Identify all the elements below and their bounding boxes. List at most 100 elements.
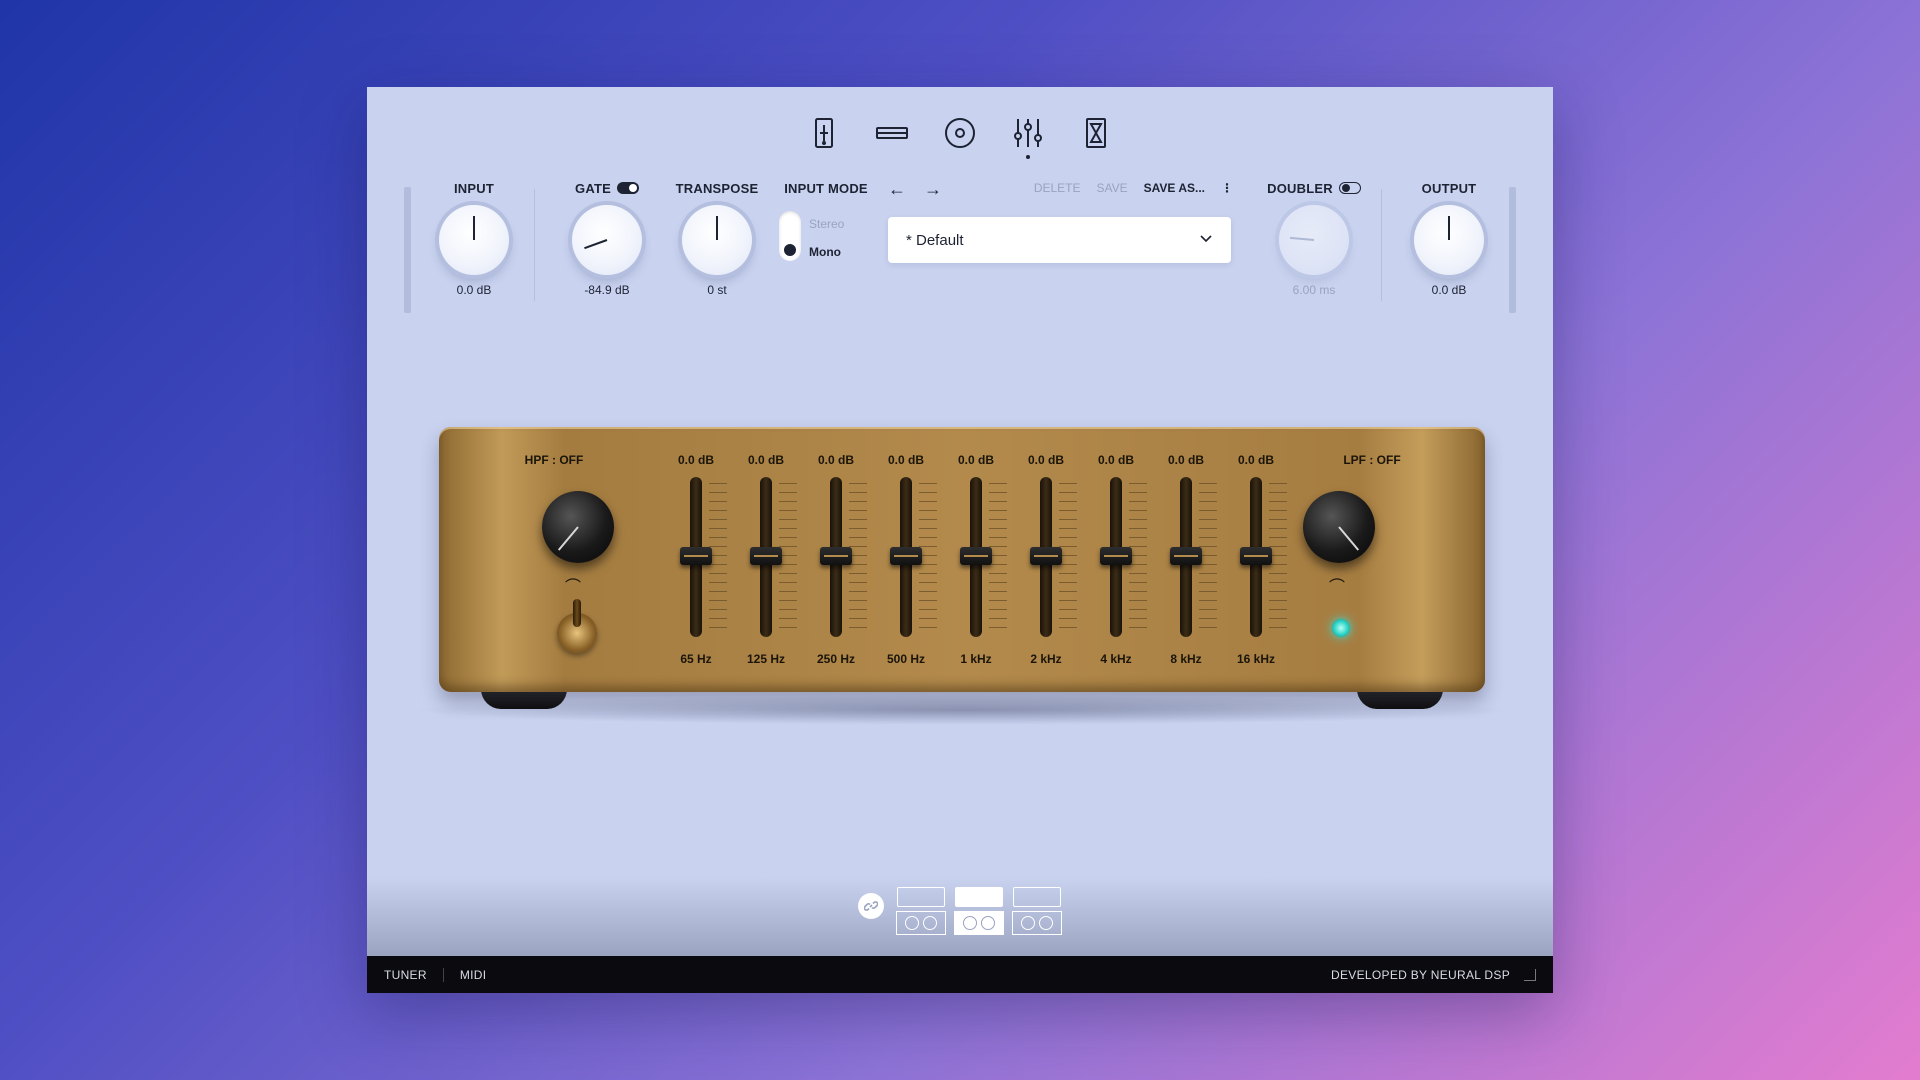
more-options-icon[interactable]: ⋮ bbox=[1221, 181, 1233, 195]
eq-band-slider-cap[interactable] bbox=[1100, 547, 1132, 565]
delete-button[interactable]: DELETE bbox=[1034, 181, 1081, 195]
save-as-button[interactable]: SAVE AS... bbox=[1144, 181, 1205, 195]
lpf-knob[interactable] bbox=[1303, 491, 1375, 563]
hpf-toggle-switch[interactable] bbox=[557, 599, 597, 653]
gate-toggle[interactable] bbox=[616, 182, 639, 194]
transpose-value: 0 st bbox=[707, 283, 727, 297]
input-mode-label: INPUT MODE bbox=[784, 180, 868, 196]
tuner-button[interactable]: TUNER bbox=[384, 968, 427, 982]
left-rail bbox=[404, 187, 411, 313]
nav-cabinet-icon[interactable] bbox=[940, 113, 980, 153]
eq-band-gain: 0.0 dB bbox=[747, 453, 784, 467]
transpose-label: TRANSPOSE bbox=[675, 180, 759, 196]
amp-module-3[interactable] bbox=[1012, 887, 1062, 935]
hpf-curve-icon: ⌒ bbox=[565, 579, 582, 596]
input-mode-control: INPUT MODE Stereo Mono bbox=[776, 179, 876, 309]
plugin-window: INPUT 0.0 dB GATE -84.9 dB TRANSPOSE 0 s… bbox=[367, 87, 1553, 993]
eq-band-slider[interactable] bbox=[801, 477, 871, 637]
gate-control: GATE -84.9 dB bbox=[552, 179, 662, 297]
eq-band-gain: 0.0 dB bbox=[1237, 453, 1274, 467]
eq-band-slider-cap[interactable] bbox=[1030, 547, 1062, 565]
nav-timer-icon[interactable] bbox=[1076, 113, 1116, 153]
input-mode-mono[interactable]: Mono bbox=[809, 245, 841, 259]
eq-band-slider[interactable] bbox=[1081, 477, 1151, 637]
separator bbox=[534, 189, 535, 301]
amp-module-1[interactable] bbox=[896, 887, 946, 935]
gate-label: GATE bbox=[575, 180, 611, 196]
eq-band-slider-cap[interactable] bbox=[750, 547, 782, 565]
status-bar: TUNER MIDI DEVELOPED BY NEURAL DSP bbox=[367, 956, 1553, 993]
doubler-label: DOUBLER bbox=[1267, 180, 1333, 196]
eq-band-frequency: 1 kHz bbox=[960, 652, 992, 666]
eq-band-frequency: 2 kHz bbox=[1030, 652, 1062, 666]
chevron-down-icon bbox=[1199, 231, 1213, 249]
transpose-control: TRANSPOSE 0 st bbox=[667, 179, 767, 298]
eq-band-frequency: 16 kHz bbox=[1236, 652, 1276, 666]
nav-eq-icon[interactable] bbox=[1008, 113, 1048, 159]
eq-band-gain: 0.0 dB bbox=[677, 453, 714, 467]
nav-pedal-icon[interactable] bbox=[804, 113, 844, 153]
eq-band-gain: 0.0 dB bbox=[887, 453, 924, 467]
midi-button[interactable]: MIDI bbox=[460, 968, 487, 982]
output-label: OUTPUT bbox=[1421, 180, 1477, 196]
preset-prev-icon[interactable]: ← bbox=[888, 179, 906, 200]
eq-band-gain: 0.0 dB bbox=[957, 453, 994, 467]
link-icon[interactable] bbox=[858, 893, 884, 919]
eq-band-gain: 0.0 dB bbox=[1027, 453, 1064, 467]
lpf-curve-icon: ⌒ bbox=[1329, 579, 1346, 596]
doubler-value: 6.00 ms bbox=[1292, 283, 1336, 297]
eq-band-frequency: 8 kHz bbox=[1170, 652, 1202, 666]
doubler-toggle[interactable] bbox=[1338, 182, 1361, 194]
input-label: INPUT bbox=[454, 180, 494, 196]
input-control: INPUT 0.0 dB bbox=[424, 179, 524, 297]
preset-dropdown[interactable]: * Default bbox=[888, 217, 1231, 263]
eq-band-slider[interactable] bbox=[1151, 477, 1221, 637]
eq-band-slider[interactable] bbox=[661, 477, 731, 637]
eq-band-slider[interactable] bbox=[731, 477, 801, 637]
power-led bbox=[1332, 619, 1350, 637]
save-button[interactable]: SAVE bbox=[1097, 181, 1128, 195]
eq-band-frequency: 4 kHz bbox=[1100, 652, 1132, 666]
hpf-knob[interactable] bbox=[542, 491, 614, 563]
developer-credit: DEVELOPED BY NEURAL DSP bbox=[1331, 967, 1510, 982]
eq-band-slider[interactable] bbox=[941, 477, 1011, 637]
output-control: OUTPUT 0.0 dB bbox=[1399, 179, 1499, 297]
separator bbox=[1381, 189, 1382, 301]
eq-band-slider-cap[interactable] bbox=[820, 547, 852, 565]
eq-band-slider-cap[interactable] bbox=[960, 547, 992, 565]
resize-handle-icon[interactable] bbox=[1524, 968, 1536, 981]
eq-band-slider[interactable] bbox=[1011, 477, 1081, 637]
gate-knob[interactable] bbox=[572, 205, 642, 275]
eq-band-slider-cap[interactable] bbox=[890, 547, 922, 565]
eq-band-frequency: 125 Hz bbox=[746, 652, 786, 666]
doubler-knob[interactable] bbox=[1279, 205, 1349, 275]
eq-band-slider[interactable] bbox=[871, 477, 941, 637]
right-rail bbox=[1509, 187, 1516, 313]
input-mode-switch[interactable] bbox=[779, 211, 801, 261]
eq-band-slider-cap[interactable] bbox=[1170, 547, 1202, 565]
eq-band-slider-cap[interactable] bbox=[680, 547, 712, 565]
eq-band-slider-cap[interactable] bbox=[1240, 547, 1272, 565]
input-knob[interactable] bbox=[439, 205, 509, 275]
output-knob[interactable] bbox=[1414, 205, 1484, 275]
preset-next-icon[interactable]: → bbox=[924, 179, 942, 200]
eq-band-gain: 0.0 dB bbox=[817, 453, 854, 467]
eq-band-slider[interactable] bbox=[1221, 477, 1291, 637]
input-mode-stereo[interactable]: Stereo bbox=[809, 217, 844, 231]
signal-chain-modules bbox=[367, 887, 1553, 935]
eq-body: HPF : OFF ⌒ 0.0 dB 65 Hz 0.0 dB 125 Hz 0.0 d… bbox=[439, 427, 1485, 692]
graphic-eq-unit: HPF : OFF ⌒ 0.0 dB 65 Hz 0.0 dB 125 Hz 0.0 d… bbox=[409, 427, 1515, 725]
eq-band-frequency: 65 Hz bbox=[680, 652, 712, 666]
output-value: 0.0 dB bbox=[1431, 283, 1467, 297]
transpose-knob[interactable] bbox=[682, 205, 752, 275]
lpf-label: LPF : OFF bbox=[1343, 453, 1401, 467]
preset-name: * Default bbox=[906, 231, 964, 249]
eq-band-frequency: 250 Hz bbox=[816, 652, 856, 666]
nav-amp-icon[interactable] bbox=[872, 113, 912, 153]
control-strip: INPUT 0.0 dB GATE -84.9 dB TRANSPOSE 0 s… bbox=[404, 179, 1516, 313]
gate-value: -84.9 dB bbox=[584, 283, 630, 297]
eq-band-gain: 0.0 dB bbox=[1097, 453, 1134, 467]
eq-band-gain: 0.0 dB bbox=[1167, 453, 1204, 467]
doubler-control: DOUBLER 6.00 ms bbox=[1259, 179, 1369, 297]
amp-module-2[interactable] bbox=[954, 887, 1004, 935]
